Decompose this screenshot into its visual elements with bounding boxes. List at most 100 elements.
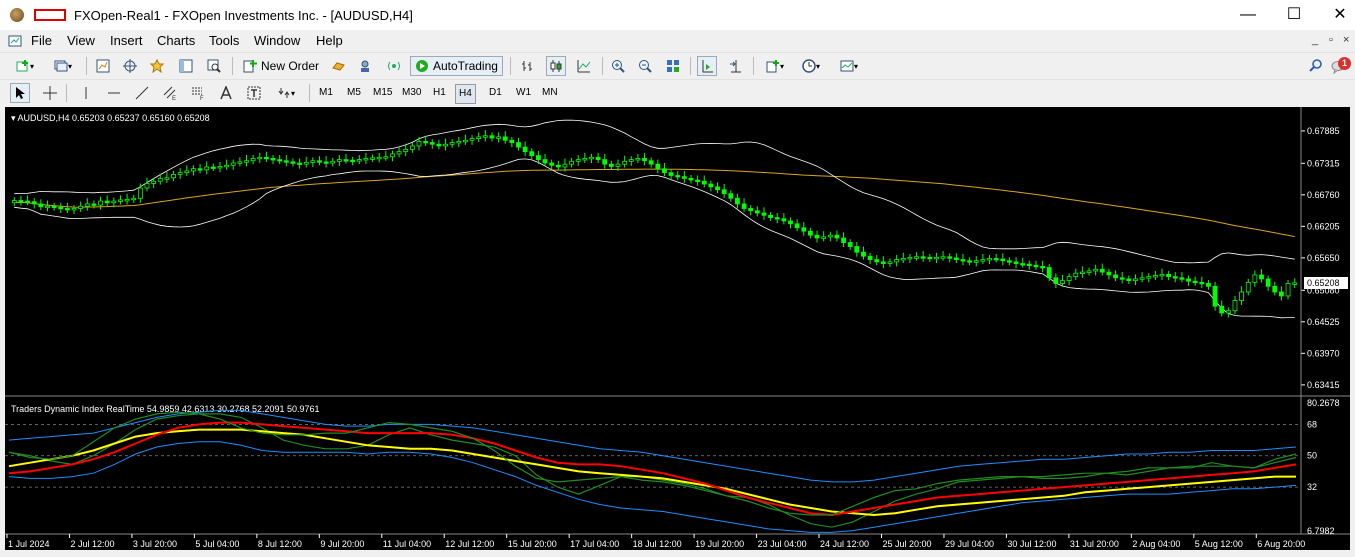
time-tick-label: 5 Aug 12:00 <box>1195 539 1243 549</box>
candle-body <box>436 143 442 147</box>
templates-button[interactable]: ▾ <box>834 56 864 76</box>
mdi-close-button[interactable]: × <box>1343 34 1349 46</box>
zoom-in-button[interactable] <box>608 56 628 76</box>
zoom-out-icon <box>639 60 652 73</box>
mdi-restore-button[interactable]: ▫ <box>1329 34 1333 46</box>
period-d1[interactable]: D1 <box>486 84 505 102</box>
text-label-button[interactable] <box>244 83 264 103</box>
new-chart-button[interactable]: ▾ <box>8 56 42 76</box>
chart-window-icon[interactable] <box>8 34 22 48</box>
line-chart-button[interactable] <box>574 56 594 76</box>
arrows-icon <box>278 88 290 98</box>
candle-body <box>416 141 422 147</box>
zoom-out-button[interactable] <box>635 56 655 76</box>
chat-bubble-icon: 1 <box>1331 57 1351 75</box>
candle-body <box>58 206 64 210</box>
menu-insert[interactable]: Insert <box>110 33 143 48</box>
time-tick-label: 23 Jul 04:00 <box>758 539 807 549</box>
cursor-tool-button[interactable] <box>10 83 30 103</box>
candle-body <box>350 159 356 163</box>
candle-body <box>164 177 170 180</box>
candle-body <box>429 142 435 145</box>
candle-body <box>137 187 143 199</box>
candle-body <box>595 156 601 161</box>
candle-body <box>841 237 846 243</box>
period-m1[interactable]: M1 <box>316 84 336 102</box>
candle-body <box>151 180 157 184</box>
horizontal-line-icon <box>108 92 120 94</box>
menu-charts[interactable]: Charts <box>157 33 195 48</box>
line-chart-icon <box>577 60 591 73</box>
candle-body <box>668 172 674 176</box>
chart-shift-button[interactable] <box>725 56 745 76</box>
close-button[interactable]: ✕ <box>1317 0 1355 30</box>
menu-tools[interactable]: Tools <box>209 33 239 48</box>
candle-body <box>861 251 866 257</box>
strategy-tester-button[interactable] <box>204 56 224 76</box>
candle-body <box>1285 283 1291 297</box>
chart-window[interactable]: ▾ AUDUSD,H4 0.65203 0.65237 0.65160 0.65… <box>5 107 1350 550</box>
navigator-button[interactable] <box>147 56 167 76</box>
candle-body <box>330 160 336 164</box>
expert-advisors-button[interactable] <box>328 56 348 76</box>
period-h1[interactable]: H1 <box>430 84 449 102</box>
market-button[interactable] <box>384 56 404 76</box>
candle-body <box>409 145 415 150</box>
crosshair-tool-button[interactable] <box>40 83 60 103</box>
candle-body <box>204 166 210 171</box>
terminal-button[interactable] <box>176 56 196 76</box>
mdi-minimize-button[interactable]: _ <box>1312 34 1318 46</box>
period-w1[interactable]: W1 <box>513 84 534 102</box>
tdi-title: Traders Dynamic Index RealTime 54.9859 4… <box>11 404 320 414</box>
candle-body <box>1179 277 1185 280</box>
auto-scroll-button[interactable] <box>697 56 717 76</box>
bar-chart-button[interactable] <box>518 56 538 76</box>
arrows-button[interactable]: ▾ <box>272 83 300 103</box>
search-button[interactable] <box>1306 56 1326 76</box>
trendline-button[interactable] <box>132 83 152 103</box>
period-mn[interactable]: MN <box>539 84 561 102</box>
vertical-line-button[interactable] <box>76 83 96 103</box>
equidistant-channel-button[interactable]: E <box>160 83 180 103</box>
period-m15[interactable]: M15 <box>370 84 395 102</box>
menu-file[interactable]: File <box>31 33 52 48</box>
period-h4[interactable]: H4 <box>455 84 476 104</box>
time-tick-label: 18 Jul 12:00 <box>633 539 682 549</box>
candle-body <box>708 183 714 188</box>
maximize-button[interactable]: ☐ <box>1271 0 1317 30</box>
indicators-button[interactable]: ▾ <box>760 56 790 76</box>
horizontal-line-button[interactable] <box>104 83 124 103</box>
candlestick-chart-button[interactable] <box>546 56 566 76</box>
svg-text:F: F <box>200 96 204 100</box>
new-order-button[interactable]: New Order <box>240 56 322 76</box>
fibonacci-button[interactable]: F <box>188 83 208 103</box>
candle-body <box>1007 260 1012 263</box>
data-window-button[interactable] <box>120 56 140 76</box>
candle-body <box>250 158 256 162</box>
text-tool-button[interactable] <box>216 83 236 103</box>
autotrading-button[interactable]: AutoTrading <box>410 56 503 76</box>
menu-view[interactable]: View <box>67 33 95 48</box>
candle-body <box>104 200 110 204</box>
minimize-button[interactable]: — <box>1225 0 1271 30</box>
candle-body <box>1126 278 1132 282</box>
candle-body <box>489 135 495 139</box>
period-m5[interactable]: M5 <box>344 84 364 102</box>
candle-body <box>383 156 389 159</box>
notifications-button[interactable]: 1 <box>1331 56 1351 76</box>
periods-button[interactable]: ▾ <box>796 56 826 76</box>
candle-body <box>900 258 906 261</box>
tile-windows-button[interactable] <box>663 56 683 76</box>
period-m30[interactable]: M30 <box>399 84 424 102</box>
menu-window[interactable]: Window <box>254 33 300 48</box>
candle-body <box>1199 281 1205 285</box>
menu-help[interactable]: Help <box>316 33 343 48</box>
new-order-icon <box>243 60 257 73</box>
candle-body <box>675 175 681 178</box>
market-watch-button[interactable] <box>93 56 113 76</box>
signals-button[interactable] <box>355 56 375 76</box>
chart-canvas[interactable]: ▾ AUDUSD,H4 0.65203 0.65237 0.65160 0.65… <box>5 107 1350 550</box>
candle-body <box>874 259 880 263</box>
profiles-button[interactable]: ▾ <box>47 56 79 76</box>
candle-body <box>854 246 860 253</box>
